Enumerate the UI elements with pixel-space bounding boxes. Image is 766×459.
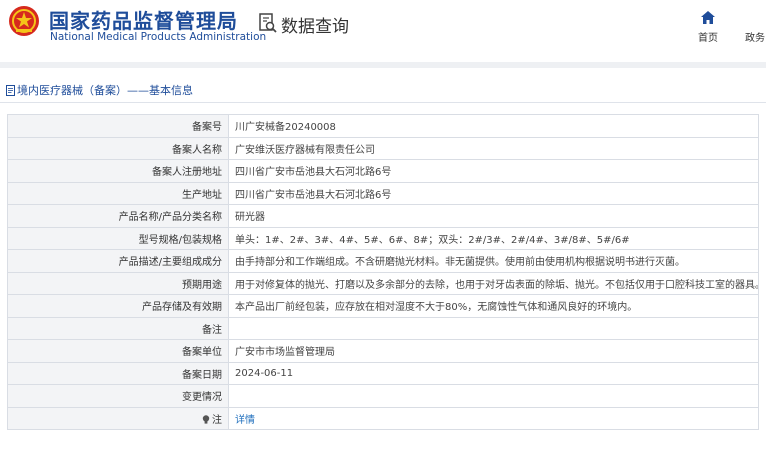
site-header: 国家药品监督管理局 National Medical Products Admi… xyxy=(0,0,766,62)
home-icon xyxy=(701,11,715,24)
field-value: 四川省广安市岳池县大石河北路6号 xyxy=(228,159,759,183)
field-label: 备案号 xyxy=(7,114,229,138)
breadcrumb-divider xyxy=(0,102,766,103)
document-icon xyxy=(6,85,15,96)
table-row: 备注 xyxy=(7,316,759,340)
national-emblem-logo xyxy=(9,6,39,36)
site-title-en: National Medical Products Administration xyxy=(50,31,267,43)
field-label: 产品存储及有效期 xyxy=(7,294,229,318)
breadcrumb-text: 境内医疗器械（备案）——基本信息 xyxy=(17,84,193,97)
table-row: 产品描述/主要组成成分 由手持部分和工作端组成。不含研磨抛光材料。非无菌提供。使用… xyxy=(7,249,759,273)
table-row: 变更情况 xyxy=(7,384,759,408)
field-label: 预期用途 xyxy=(7,271,229,295)
table-row: 备案日期 2024-06-11 xyxy=(7,361,759,385)
field-value: 广安市市场监督管理局 xyxy=(228,339,759,363)
breadcrumb: 境内医疗器械（备案）——基本信息 xyxy=(6,82,193,98)
field-label: 备案单位 xyxy=(7,339,229,363)
table-row: 型号规格/包装规格 单头：1#、2#、3#、4#、5#、6#、8#；双头：2#/3… xyxy=(7,226,759,250)
data-query-icon xyxy=(259,13,277,33)
table-row: 产品名称/产品分类名称 研光器 xyxy=(7,204,759,228)
field-value: 2024-06-11 xyxy=(228,361,759,385)
table-row: 预期用途 用于对修复体的抛光、打磨以及多余部分的去除，也用于对牙齿表面的除垢、抛光… xyxy=(7,271,759,295)
field-value: 本产品出厂前经包装，应存放在相对湿度不大于80%，无腐蚀性气体和通风良好的环境内… xyxy=(228,294,759,318)
field-label: 备案人名称 xyxy=(7,136,229,160)
table-row: 备案人注册地址 四川省广安市岳池县大石河北路6号 xyxy=(7,159,759,183)
data-query-title: 数据查询 xyxy=(281,17,349,37)
nav-government-affairs[interactable]: 政务 xyxy=(745,29,765,44)
nav-home-label: 首页 xyxy=(698,33,718,44)
table-row: 产品存储及有效期 本产品出厂前经包装，应存放在相对湿度不大于80%，无腐蚀性气体和… xyxy=(7,294,759,318)
field-label: 生产地址 xyxy=(7,181,229,205)
field-label-note: 注 xyxy=(7,406,229,430)
field-value: 研光器 xyxy=(228,204,759,228)
table-row: 生产地址 四川省广安市岳池县大石河北路6号 xyxy=(7,181,759,205)
field-label: 产品描述/主要组成成分 xyxy=(7,249,229,273)
field-value: 四川省广安市岳池县大石河北路6号 xyxy=(228,181,759,205)
field-value: 广安维沃医疗器械有限责任公司 xyxy=(228,136,759,160)
table-row: 备案号 川广安械备20240008 xyxy=(7,114,759,138)
field-label: 备注 xyxy=(7,316,229,340)
field-value xyxy=(228,316,759,340)
header-divider xyxy=(0,62,766,68)
details-link[interactable]: 详情 xyxy=(235,415,255,426)
record-info-table: 备案号 川广安械备20240008 备案人名称 广安维沃医疗器械有限责任公司 备案人注册… xyxy=(7,114,759,430)
field-label: 型号规格/包装规格 xyxy=(7,226,229,250)
field-label: 变更情况 xyxy=(7,384,229,408)
field-value: 用于对修复体的抛光、打磨以及多余部分的去除，也用于对牙齿表面的除垢、抛光。不包括… xyxy=(228,271,759,295)
note-label: 注 xyxy=(212,414,222,426)
field-value xyxy=(228,384,759,408)
nav-home[interactable]: 首页 xyxy=(690,9,726,44)
field-value: 川广安械备20240008 xyxy=(228,114,759,138)
field-value: 单头：1#、2#、3#、4#、5#、6#、8#；双头：2#/3#、2#/4#、3… xyxy=(228,226,759,250)
table-row-note: 注 详情 xyxy=(7,406,759,430)
bulb-icon xyxy=(202,415,210,424)
field-label: 备案人注册地址 xyxy=(7,159,229,183)
field-label: 备案日期 xyxy=(7,361,229,385)
table-row: 备案单位 广安市市场监督管理局 xyxy=(7,339,759,363)
table-row: 备案人名称 广安维沃医疗器械有限责任公司 xyxy=(7,136,759,160)
field-value: 由手持部分和工作端组成。不含研磨抛光材料。非无菌提供。使用前由使用机构根据说明书… xyxy=(228,249,759,273)
field-label: 产品名称/产品分类名称 xyxy=(7,204,229,228)
site-title-cn: 国家药品监督管理局 xyxy=(49,9,238,33)
field-value-note: 详情 xyxy=(228,406,759,430)
